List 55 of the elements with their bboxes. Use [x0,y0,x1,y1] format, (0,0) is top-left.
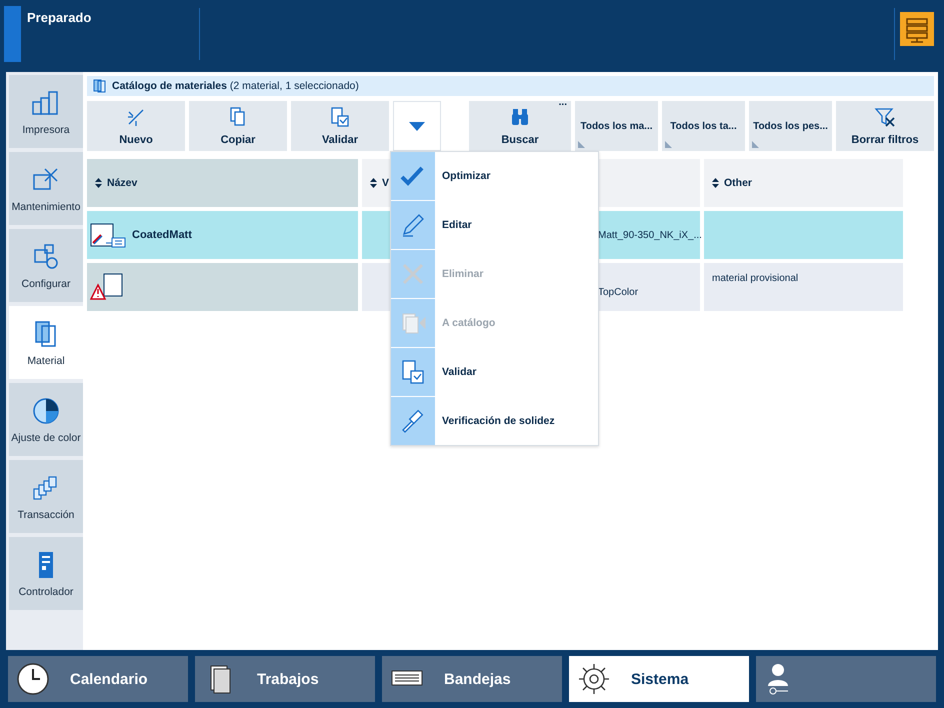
toolbar-button[interactable]: Copiar [189,101,287,151]
table-cell[interactable]: Matt_90-350_NK_iX_... [596,211,700,259]
sidebar-item[interactable]: Controlador [9,537,83,610]
check-document-icon [400,359,426,385]
table-cell[interactable]: CoatedMatt [87,211,358,259]
table-cell[interactable]: TopColor [596,263,700,311]
table-cell[interactable] [87,263,358,311]
sidebar-item[interactable]: Impresora [9,75,83,148]
toolbar-button[interactable]: Nuevo [87,101,185,151]
sidebar-item[interactable]: Mantenimiento [9,152,83,225]
menu-item[interactable]: Verificación de solidez [391,397,598,445]
bottom-tab[interactable]: Trabajos [195,656,375,702]
filter-button[interactable]: Todos los ma... [575,101,658,151]
sort-icon [370,178,377,188]
bottom-tab[interactable]: Sistema [569,656,749,702]
sidebar-item[interactable]: Configurar [9,229,83,302]
menu-item[interactable]: Optimizar [391,152,598,200]
filter-button[interactable]: Todos los ta... [662,101,745,151]
check-document-icon [329,106,351,128]
sort-icon [95,178,102,188]
clock-icon [16,662,50,696]
filter-button[interactable]: Todos los pes... [749,101,832,151]
hammer-icon [400,408,426,434]
sidebar-item[interactable]: Ajuste de color [9,383,83,456]
table-cell[interactable] [704,211,903,259]
bottom-tab[interactable]: Calendario [8,656,188,702]
sheets-icon [93,79,107,93]
pie-icon [31,396,61,426]
corner-icon [752,141,759,148]
clear-filters-button[interactable]: Borrar filtros [836,101,934,151]
corner-icon [665,141,672,148]
filter-clear-icon [874,106,896,128]
sort-icon [712,178,719,188]
cross-icon [400,261,426,287]
binoculars-icon [509,106,531,128]
status-indicator [4,6,21,62]
status-text: Preparado [27,10,92,25]
menu-item[interactable]: Editar [391,201,598,249]
menu-item[interactable]: Validar [391,348,598,396]
toolbar-button[interactable]: Validar [291,101,389,151]
bottom-tab[interactable] [756,656,936,702]
sidebar-item[interactable]: Transacción [9,460,83,533]
gear-icon [577,662,611,696]
caret-icon [409,122,425,130]
column-header[interactable]: Název [87,159,358,207]
column-header[interactable]: Other [704,159,903,207]
search-button[interactable]: Buscar ... [469,101,571,151]
server-status-icon[interactable] [900,12,934,46]
pencil-icon [400,212,426,238]
bottom-tab[interactable]: Bandejas [382,656,562,702]
sidebar-item[interactable]: Material [9,306,83,379]
corner-icon [578,141,585,148]
dropdown-button[interactable] [393,101,441,151]
table-cell[interactable]: material provisional [704,263,903,311]
catalog-title: Catálogo de materiales (2 material, 1 seleccionado) [112,80,359,92]
